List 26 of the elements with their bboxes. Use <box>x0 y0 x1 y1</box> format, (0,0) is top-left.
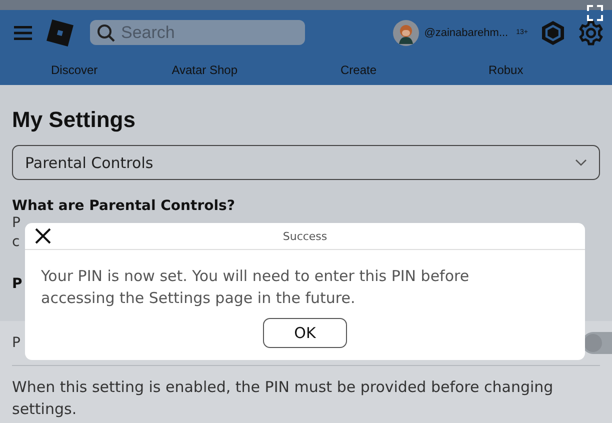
nav-link[interactable]: Create <box>340 63 377 77</box>
setting-description: When this setting is enabled, the PIN must be provided before changing settings. <box>12 377 554 420</box>
nav-link[interactable]: Avatar Shop <box>172 63 238 77</box>
close-icon[interactable] <box>34 227 52 245</box>
ok-button[interactable]: OK <box>263 318 347 348</box>
heading-text: P <box>12 275 22 294</box>
body-text: P <box>12 214 20 233</box>
search-field[interactable]: Search <box>90 20 305 45</box>
settings-icon[interactable] <box>578 20 604 46</box>
dialog-message: Your PIN is now set. You will need to enter this PIN before accessing the Settings page in the future. <box>40 266 470 309</box>
dropdown[interactable]: Parental Controls <box>12 145 600 180</box>
nav-link[interactable]: Discover <box>51 63 98 77</box>
section-heading: What are Parental Controls? <box>12 198 236 214</box>
hexagon-coin-icon[interactable] <box>540 20 566 46</box>
avatar-icon[interactable] <box>393 20 420 46</box>
setting-label: P <box>12 334 20 353</box>
search-icon <box>97 24 115 42</box>
nav-link[interactable]: Robux <box>488 63 524 77</box>
username[interactable]: @zainabarehm... <box>424 26 508 38</box>
dialog-title: Success <box>282 230 328 242</box>
menu-icon[interactable] <box>14 26 32 40</box>
body-text: c <box>12 233 20 252</box>
page-title: My Settings <box>12 107 136 133</box>
chevron-down-icon <box>575 158 587 166</box>
fullscreen-icon[interactable] <box>587 5 603 21</box>
toggle-switch[interactable] <box>582 332 612 354</box>
